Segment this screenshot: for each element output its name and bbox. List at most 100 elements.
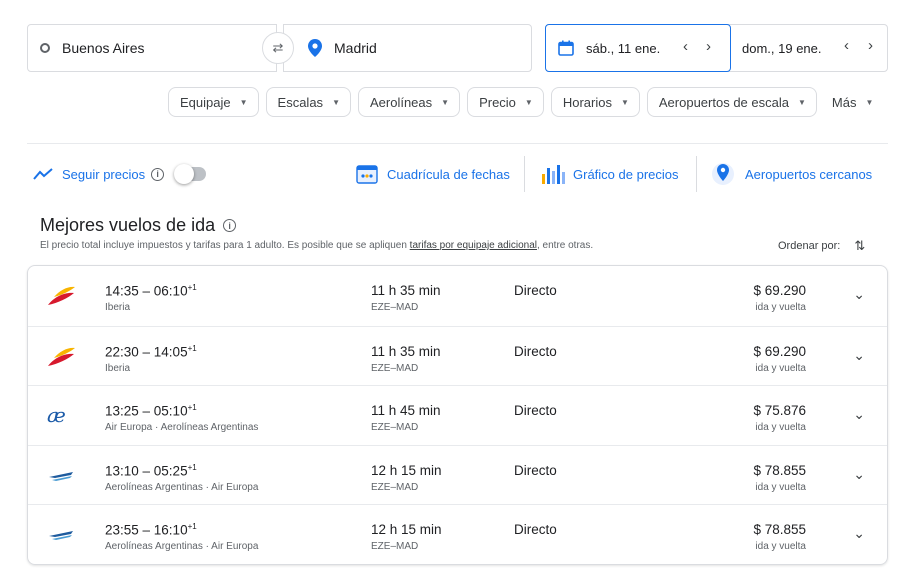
aireuropa-logo-icon: æ: [46, 403, 76, 427]
disclaimer-text-end: , entre otras.: [536, 240, 594, 251]
swap-icon[interactable]: ⇄: [262, 32, 294, 64]
chevron-left-icon[interactable]: ‹: [683, 38, 688, 55]
disclaimer-text: El precio total incluye impuestos y tari…: [40, 240, 410, 251]
nearby-airports-button[interactable]: Aeropuertos cercanos: [711, 156, 872, 192]
flight-row-5[interactable]: 23:55 – 16:10+1 Aerolíneas Argentinas · …: [28, 504, 887, 564]
baggage-fees-link[interactable]: tarifas por equipaje adicional: [410, 240, 537, 251]
return-date-field[interactable]: dom., 19 ene. ‹ ›: [731, 25, 888, 71]
flight-duration: 12 h 15 min: [371, 462, 442, 478]
flight-duration: 11 h 35 min: [371, 283, 441, 298]
filter-precio[interactable]: Precio ▼: [467, 87, 544, 117]
origin-value: Buenos Aires: [62, 40, 145, 56]
chevron-down-icon[interactable]: ⌄: [853, 286, 865, 303]
airline-name: Aerolíneas Argentinas · Air Europa: [105, 541, 259, 553]
chevron-down-icon[interactable]: ⌄: [853, 406, 865, 423]
chevron-right-icon[interactable]: ›: [868, 37, 873, 54]
chevron-left-icon[interactable]: ‹: [844, 37, 849, 54]
chip-label: Precio: [479, 94, 516, 110]
separator: [696, 156, 697, 192]
search-bar: Buenos Aires ⇄ Madrid sáb., 11 ene. ‹ › …: [27, 24, 888, 72]
sort-arrows-icon[interactable]: ⇅: [854, 238, 865, 254]
flight-times: 14:35 – 06:10+1: [105, 283, 197, 299]
flight-results-list: 14:35 – 06:10+1 Iberia 11 h 35 min EZE–M…: [27, 265, 888, 565]
return-date-value: dom., 19 ene.: [742, 40, 822, 56]
filter-bar: Equipaje ▼ Escalas ▼ Aerolíneas ▼ Precio ▼ H…: [168, 87, 881, 117]
location-pin-icon: [308, 39, 322, 57]
caret-down-icon: ▼: [332, 97, 340, 107]
filter-aeropuertos-escala[interactable]: Aeropuertos de escala ▼: [646, 87, 817, 117]
sort-label: Ordenar por:: [778, 240, 841, 252]
aerolineas-logo-icon: [46, 463, 76, 487]
aerolineas-logo-icon: [46, 522, 76, 546]
price-type: ida y vuelta: [755, 481, 806, 493]
chevron-down-icon[interactable]: ⌄: [853, 525, 865, 542]
track-prices-toggle[interactable]: [174, 164, 207, 184]
flight-route: EZE–MAD: [371, 541, 419, 553]
chip-label: Aeropuertos de escala: [658, 94, 789, 110]
sort-control[interactable]: Ordenar por: ⇅: [778, 238, 865, 254]
origin-field[interactable]: Buenos Aires: [27, 24, 277, 72]
flight-stops: Directo: [514, 343, 557, 359]
filter-horarios[interactable]: Horarios ▼: [550, 87, 640, 117]
section-title-text: Mejores vuelos de ida: [40, 215, 216, 235]
caret-down-icon: ▼: [239, 97, 248, 107]
flight-price: $ 78.855: [753, 462, 806, 478]
flight-times: 23:55 – 16:10+1: [105, 522, 197, 538]
caret-down-icon: ▼: [620, 97, 629, 107]
flight-route: EZE–MAD: [371, 362, 419, 374]
date-grid-button[interactable]: Cuadrícula de fechas: [355, 156, 510, 192]
info-icon[interactable]: i: [223, 219, 237, 232]
flight-duration: 11 h 35 min: [371, 343, 441, 359]
price-graph-button[interactable]: Gráfico de precios: [540, 156, 679, 192]
filter-escalas[interactable]: Escalas ▼: [265, 87, 351, 117]
calendar-icon: [558, 40, 574, 56]
caret-down-icon: ▼: [524, 97, 533, 107]
filter-aerolineas[interactable]: Aerolíneas ▼: [357, 87, 461, 117]
flight-times: 22:30 – 14:05+1: [105, 343, 197, 360]
chip-label: Más: [831, 94, 857, 110]
flight-row-4[interactable]: 13:10 – 05:25+1 Aerolíneas Argentinas · …: [28, 444, 887, 505]
flight-row-3[interactable]: æ 13:25 – 05:10+1 Air Europa · Aerolínea…: [28, 385, 887, 445]
date-picker: sáb., 11 ene. ‹ › dom., 19 ene. ‹ ›: [545, 24, 888, 72]
flight-duration: 11 h 45 min: [371, 403, 441, 419]
flight-stops: Directo: [514, 462, 557, 478]
flight-times: 13:25 – 05:10+1: [105, 403, 197, 419]
airline-name: Iberia: [105, 302, 131, 313]
flight-price: $ 69.290: [753, 343, 806, 359]
map-pin-icon: [712, 163, 734, 185]
chip-label: Aerolíneas: [369, 94, 433, 110]
svg-text:æ: æ: [47, 403, 66, 427]
filter-mas[interactable]: Más ▼: [824, 87, 881, 117]
flight-row-1[interactable]: 14:35 – 06:10+1 Iberia 11 h 35 min EZE–M…: [28, 266, 887, 326]
caret-down-icon: ▼: [441, 97, 450, 107]
price-graph-label: Gráfico de precios: [573, 166, 679, 182]
date-grid-label: Cuadrícula de fechas: [387, 166, 510, 182]
info-icon[interactable]: i: [151, 167, 165, 181]
chevron-down-icon[interactable]: ⌄: [853, 347, 865, 364]
origin-circle-icon: [40, 43, 50, 53]
flight-route: EZE–MAD: [371, 302, 419, 313]
airline-name: Air Europa · Aerolíneas Argentinas: [105, 422, 259, 434]
chip-label: Escalas: [277, 94, 324, 110]
nearby-airports-label: Aeropuertos cercanos: [745, 166, 873, 182]
filter-equipaje[interactable]: Equipaje ▼: [168, 87, 259, 117]
chip-label: Equipaje: [180, 94, 231, 110]
departure-date-field[interactable]: sáb., 11 ene. ‹ ›: [545, 24, 731, 72]
trending-line-icon: [33, 168, 53, 180]
caret-down-icon: ▼: [865, 97, 874, 107]
flight-price: $ 78.855: [753, 522, 806, 538]
price-type: ida y vuelta: [755, 302, 806, 313]
chevron-right-icon[interactable]: ›: [706, 38, 711, 55]
track-prices[interactable]: Seguir precios i: [33, 156, 207, 192]
departure-date-value: sáb., 11 ene.: [586, 40, 661, 56]
iberia-logo-icon: [46, 344, 76, 368]
flight-stops: Directo: [514, 522, 557, 538]
flight-row-2[interactable]: 22:30 – 14:05+1 Iberia 11 h 35 min EZE–M…: [28, 325, 887, 386]
price-type: ida y vuelta: [755, 422, 806, 434]
destination-field[interactable]: Madrid: [283, 24, 532, 72]
price-type: ida y vuelta: [755, 362, 806, 374]
airline-name: Iberia: [105, 362, 131, 374]
bar-graph-icon: [542, 165, 565, 184]
chevron-down-icon[interactable]: ⌄: [853, 466, 865, 483]
chip-label: Horarios: [562, 94, 612, 110]
